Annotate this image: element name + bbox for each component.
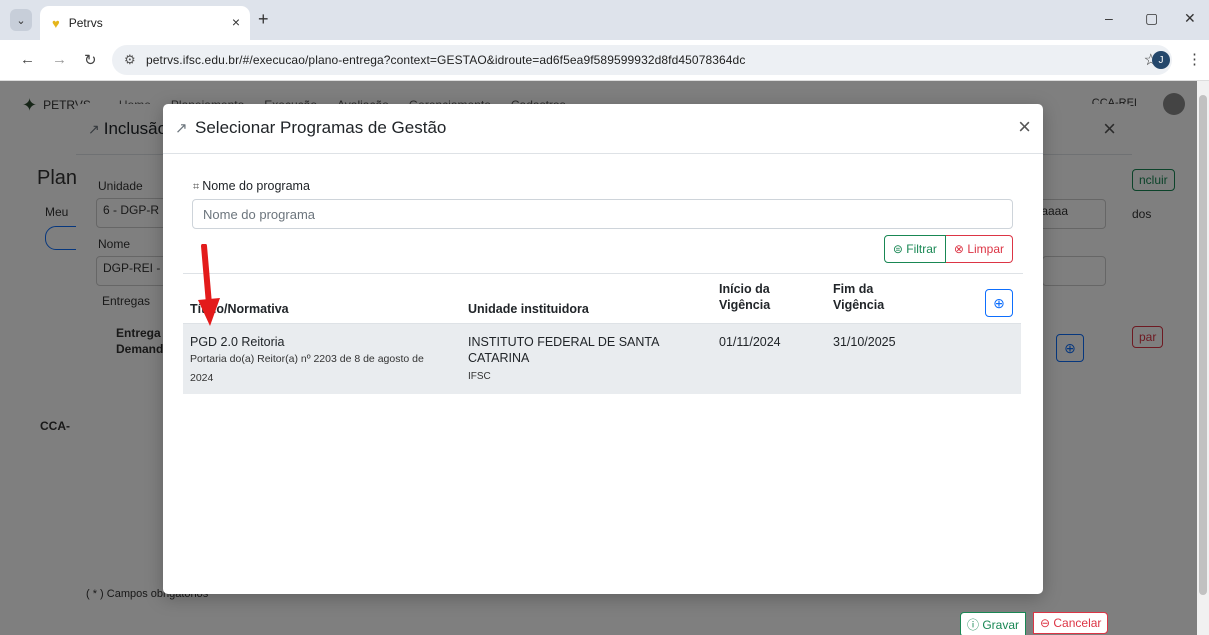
clear-icon: ⊗	[953, 242, 968, 256]
row-unidade-sigla: IFSC	[468, 371, 491, 382]
page-scrollbar[interactable]	[1197, 81, 1209, 635]
browser-tab[interactable]: ♥ Petrvs ×	[40, 6, 250, 40]
app-page: ✦ PETRVS Home Planejamento Execução Aval…	[0, 81, 1197, 635]
tab-search-chevron-icon[interactable]: ⌄	[10, 9, 32, 31]
url-text: petrvs.ifsc.edu.br/#/execucao/plano-entr…	[146, 53, 746, 67]
browser-toolbar: ← → ↻ ⚙ petrvs.ifsc.edu.br/#/execucao/pl…	[0, 40, 1209, 81]
col-header-inicio[interactable]: Início da Vigência	[719, 281, 799, 313]
filtrar-label: Filtrar	[906, 242, 937, 256]
browser-menu-icon[interactable]: ⋮	[1187, 50, 1202, 68]
back-arrow-icon[interactable]: ←	[20, 51, 35, 68]
minimize-icon[interactable]: –	[1105, 10, 1113, 26]
gravar-icon: ⓘ	[967, 618, 983, 632]
filter-icon: ⊜	[892, 242, 907, 256]
red-arrow-annotation	[198, 244, 220, 326]
filtrar-button[interactable]: ⊜ Filtrar	[883, 235, 946, 263]
text-field-icon: ⌗	[193, 181, 200, 193]
address-bar[interactable]: ⚙ petrvs.ifsc.edu.br/#/execucao/plano-en…	[112, 45, 1172, 75]
col-header-unidade[interactable]: Unidade instituidora	[468, 301, 589, 317]
external-link-icon: ↗	[175, 120, 188, 137]
add-programa-icon[interactable]: ⊕	[985, 289, 1013, 317]
petrvs-favicon-icon: ♥	[52, 15, 60, 31]
cancelar-button[interactable]: ⊖ Cancelar	[1033, 612, 1109, 634]
tab-title: Petrvs	[68, 16, 103, 30]
table-divider	[183, 273, 1023, 274]
nome-programa-label: ⌗ Nome do programa	[193, 179, 310, 194]
site-info-icon[interactable]: ⚙	[124, 52, 136, 68]
nome-programa-input[interactable]	[192, 199, 1013, 229]
forward-arrow-icon[interactable]: →	[52, 51, 67, 68]
modal-header: ↗ Selecionar Programas de Gestão ×	[163, 104, 1043, 154]
col-header-fim[interactable]: Fim da Vigência	[833, 281, 913, 313]
row-normativa: Portaria do(a) Reitor(a) nº 2203 de 8 de…	[190, 353, 424, 384]
modal-title: Selecionar Programas de Gestão	[195, 118, 447, 137]
row-unidade: INSTITUTO FEDERAL DE SANTA CATARINA	[468, 335, 659, 365]
cancelar-label: Cancelar	[1053, 616, 1102, 630]
new-tab-icon[interactable]: +	[258, 9, 269, 30]
cancelar-icon: ⊖	[1040, 616, 1054, 630]
arrow-shaft	[201, 244, 212, 307]
browser-tabstrip: ⌄ ♥ Petrvs × + – ▢ ✕	[0, 0, 1209, 40]
arrow-head	[198, 298, 220, 326]
row-inicio: 01/11/2024	[719, 335, 781, 349]
limpar-label: Limpar	[967, 242, 1004, 256]
gravar-button[interactable]: ⓘ Gravar	[960, 612, 1027, 635]
limpar-button[interactable]: ⊗ Limpar	[945, 235, 1013, 263]
scrollbar-thumb[interactable]	[1199, 95, 1207, 595]
window-close-icon[interactable]: ✕	[1184, 10, 1196, 27]
row-titulo: PGD 2.0 Reitoria	[190, 335, 285, 349]
row-fim: 31/10/2025	[833, 335, 896, 349]
filter-buttons: ⊜ Filtrar ⊗ Limpar	[883, 235, 1013, 263]
nome-programa-label-text: Nome do programa	[202, 179, 310, 193]
gravar-label: Gravar	[982, 618, 1020, 632]
restore-icon[interactable]: ▢	[1145, 10, 1158, 27]
reload-icon[interactable]: ↻	[84, 51, 97, 69]
profile-avatar[interactable]: J	[1152, 51, 1170, 69]
modal-close-icon[interactable]: ×	[1018, 114, 1031, 140]
selecionar-programas-modal: ↗ Selecionar Programas de Gestão × ⌗ Nome…	[163, 104, 1043, 594]
table-row[interactable]: PGD 2.0 Reitoria Portaria do(a) Reitor(a…	[183, 323, 1021, 394]
tab-close-icon[interactable]: ×	[232, 14, 240, 30]
